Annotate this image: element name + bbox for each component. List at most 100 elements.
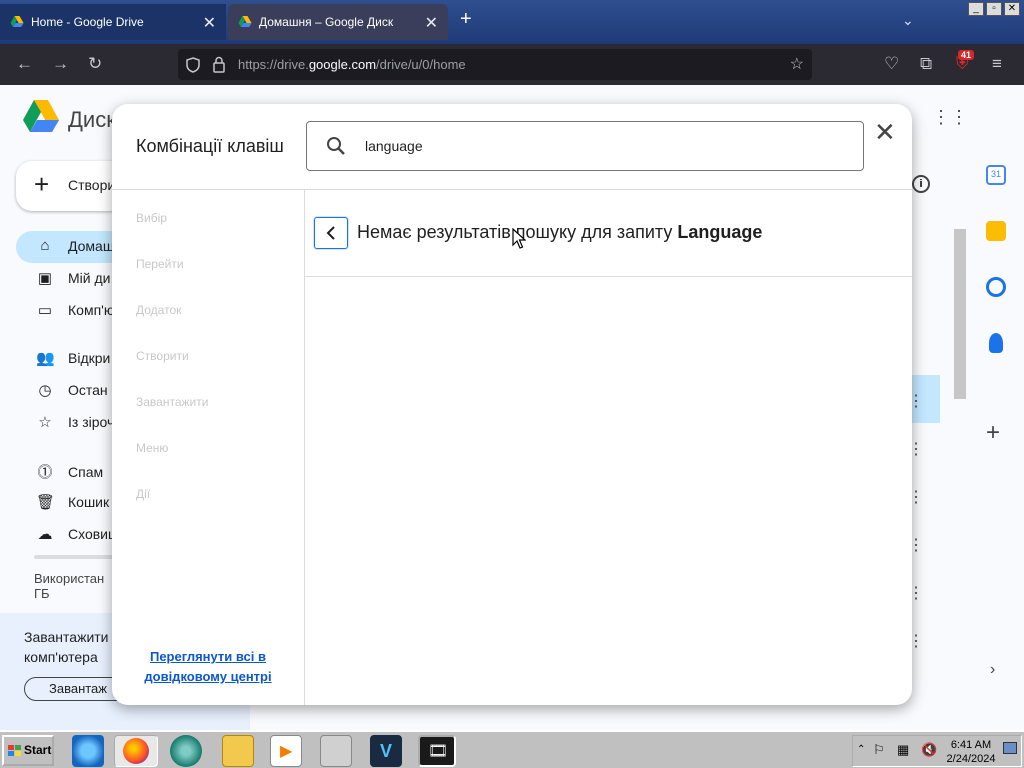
firefox-icon [123, 738, 149, 764]
keep-icon[interactable] [986, 221, 1006, 241]
extensions-icon[interactable]: ⧉ [920, 54, 932, 74]
file-explorer-icon[interactable] [222, 735, 254, 767]
forward-icon[interactable]: → [52, 54, 69, 74]
system-tray: ⌃ ⚐ ▦ 🔇 6:41 AM 2/24/2024 [852, 735, 1022, 767]
shared-icon: 👥 [36, 350, 55, 367]
windows-taskbar: Start ▶ V 🎞 ⌃ ⚐ ▦ 🔇 6:41 AM 2/24/2024 [0, 730, 1024, 768]
tab-google-disk[interactable]: Домашня – Google Диск ✕ [228, 4, 448, 40]
chevron-left-icon [326, 226, 335, 240]
sidebar-item-trash[interactable]: 🗑 Кошик [36, 493, 109, 511]
divider [304, 189, 305, 705]
lock-icon[interactable] [212, 56, 226, 73]
network-icon[interactable]: ▦ [897, 742, 909, 758]
category-upload: Завантажити [136, 395, 209, 409]
dialog-title: Комбінації клавіш [136, 136, 284, 156]
category-create: Створити [136, 349, 189, 363]
drive-title: Диск [68, 107, 116, 132]
firefox-taskbar-button[interactable] [114, 735, 158, 767]
close-tab-icon[interactable]: ✕ [425, 13, 438, 33]
my-drive-icon: ▣ [37, 270, 53, 287]
sidebar-item-label: Спам [68, 463, 104, 480]
storage-text: Використан ГБ [34, 571, 105, 601]
vmware-icon[interactable]: V [370, 735, 402, 767]
divider [112, 189, 912, 190]
close-window-icon[interactable]: ✕ [1004, 2, 1020, 16]
plus-icon: + [34, 169, 50, 199]
tab-title: Home - Google Drive [31, 15, 144, 29]
upload-card-text: Завантажити комп'ютера [24, 629, 109, 665]
info-icon[interactable]: i [912, 175, 930, 193]
sidebar-item-my-drive[interactable]: ▣ Мій ди [36, 269, 111, 287]
new-button-label: Створи [68, 177, 116, 193]
close-icon[interactable]: ✕ [874, 119, 896, 145]
internet-explorer-icon[interactable] [72, 735, 104, 767]
pocket-icon[interactable]: ♡ [884, 54, 899, 74]
menu-icon[interactable]: ≡ [992, 54, 1002, 74]
volume-muted-icon[interactable]: 🔇 [921, 742, 937, 758]
spam-icon: ⓵ [37, 464, 53, 481]
window-controls: _ ▫ ✕ [968, 2, 1020, 16]
google-drive-logo-icon [23, 100, 59, 132]
trash-icon: 🗑 [36, 494, 56, 511]
storage-bar [34, 555, 124, 559]
recent-icon: ◷ [38, 382, 52, 399]
mouse-cursor-icon [512, 228, 526, 249]
tasks-icon[interactable] [986, 277, 1006, 297]
browser-tab-bar: Home - Google Drive ✕ Домашня – Google Д… [0, 0, 1024, 44]
no-results-message: Немає результатів пошуку для запиту Lang… [357, 222, 763, 242]
url-text: https://drive.google.com/drive/u/0/home [238, 57, 466, 72]
list-all-tabs-icon[interactable]: ⌄ [902, 12, 914, 29]
app-icon[interactable] [170, 735, 202, 767]
sidebar-item-home[interactable]: ⌂ Домаш [36, 237, 114, 254]
sidebar-item-storage[interactable]: ☁ Сховищ [36, 525, 120, 543]
bookmark-star-icon[interactable]: ☆ [790, 54, 804, 74]
start-button[interactable]: Start [2, 735, 54, 766]
chevron-right-icon[interactable]: › [990, 661, 995, 679]
sidebar-item-shared[interactable]: 👥 Відкри [36, 349, 110, 367]
side-panel: 31 + › [970, 85, 1024, 730]
back-icon[interactable]: ← [16, 54, 33, 74]
tab-home-google-drive[interactable]: Home - Google Drive ✕ [0, 4, 226, 40]
search-input[interactable] [365, 134, 835, 158]
sidebar-item-label: Комп'ю [68, 302, 115, 318]
new-button[interactable]: + Створи [16, 161, 126, 211]
reload-icon[interactable]: ↻ [88, 54, 102, 74]
sidebar-item-label: Остан [68, 382, 108, 398]
shield-icon[interactable] [186, 57, 200, 73]
show-hidden-icons-icon[interactable]: ⌃ [857, 744, 865, 755]
sidebar-item-spam[interactable]: ⓵ Спам [36, 461, 103, 482]
media-player-icon[interactable]: ▶ [270, 735, 302, 767]
search-icon [327, 137, 345, 155]
star-icon: ☆ [38, 414, 52, 431]
scrollbar[interactable] [954, 229, 966, 399]
sidebar-item-starred[interactable]: ☆ Із зіроч [36, 413, 114, 431]
video-recorder-icon[interactable]: 🎞 [418, 735, 456, 767]
flag-icon[interactable]: ⚐ [873, 742, 885, 758]
help-center-link[interactable]: Переглянути всі в довідковому центрі [136, 647, 280, 687]
divider [304, 276, 912, 277]
show-desktop-icon[interactable] [1003, 742, 1017, 754]
category-application: Додаток [136, 303, 182, 317]
sidebar-item-recent[interactable]: ◷ Остан [36, 381, 108, 399]
navigation-toolbar: ← → ↻ https://drive.google.com/drive/u/0… [0, 44, 1024, 85]
google-drive-icon [10, 16, 24, 27]
address-bar[interactable]: https://drive.google.com/drive/u/0/home … [178, 49, 812, 80]
category-menu: Меню [136, 441, 169, 455]
clock-date: 2/24/2024 [946, 753, 996, 765]
new-tab-icon[interactable]: + [460, 8, 472, 31]
restore-icon[interactable]: ▫ [986, 2, 1002, 16]
clock[interactable]: 6:41 AM 2/24/2024 [943, 738, 999, 766]
sidebar-item-computers[interactable]: ▭ Комп'ю [36, 301, 114, 319]
programs-icon[interactable] [320, 735, 352, 767]
shortcuts-search-box[interactable] [306, 121, 864, 171]
category-navigate: Перейти [136, 257, 184, 271]
add-addon-icon[interactable]: + [986, 419, 1000, 447]
calendar-icon[interactable]: 31 [986, 165, 1006, 185]
back-button[interactable] [314, 217, 348, 249]
home-icon: ⌂ [40, 237, 50, 254]
sidebar-item-label: Відкри [68, 350, 111, 366]
contacts-icon[interactable] [989, 333, 1003, 353]
close-tab-icon[interactable]: ✕ [203, 13, 216, 33]
minimize-icon[interactable]: _ [968, 2, 984, 16]
google-drive-icon [238, 16, 252, 27]
